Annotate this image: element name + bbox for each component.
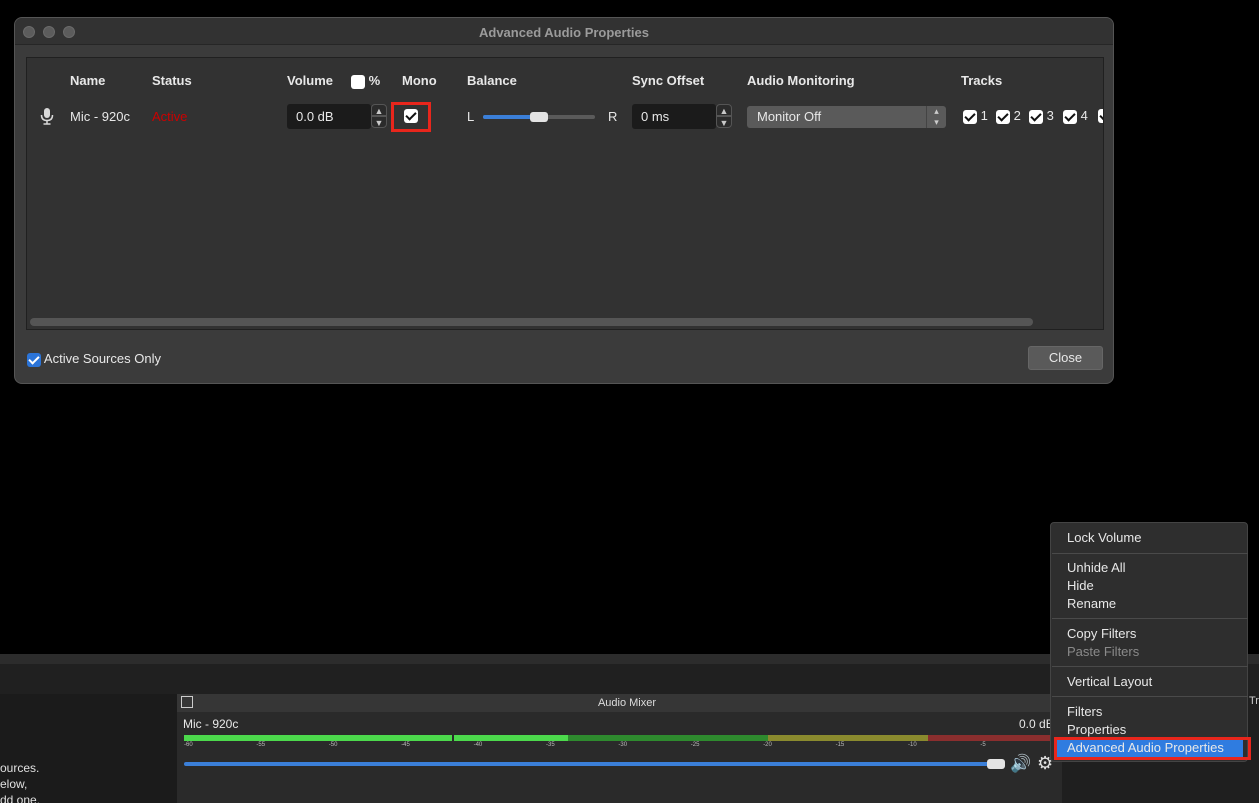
sources-hint-line: elow, bbox=[0, 777, 28, 791]
audio-monitoring-select[interactable]: Monitor Off ▴ ▾ bbox=[747, 106, 946, 128]
meter-segment-red bbox=[928, 735, 1050, 741]
column-header-volume: Volume bbox=[287, 73, 333, 88]
chevron-down-icon[interactable]: ▼ bbox=[716, 116, 732, 128]
meter-tick-label: -60 bbox=[184, 742, 193, 748]
menu-item-unhide-all[interactable]: Unhide All bbox=[1067, 560, 1126, 575]
track-3-label: 3 bbox=[1046, 108, 1054, 123]
track-4-checkbox[interactable] bbox=[1063, 109, 1077, 124]
side-dock-tab[interactable]: Tr bbox=[1249, 695, 1259, 713]
balance-right-label: R bbox=[608, 109, 618, 124]
column-header-sync-offset: Sync Offset bbox=[632, 73, 705, 88]
meter-tick-label: -20 bbox=[763, 742, 772, 748]
column-header-name: Name bbox=[70, 73, 106, 88]
context-menu: Lock Volume Unhide All Hide Rename Copy … bbox=[1050, 522, 1251, 762]
menu-item-hide[interactable]: Hide bbox=[1067, 578, 1094, 593]
percent-checkbox[interactable] bbox=[351, 74, 365, 89]
audio-mixer-title-text: Audio Mixer bbox=[597, 697, 657, 709]
column-header-mono: Mono bbox=[402, 73, 437, 88]
track-4-label: 4 bbox=[1080, 108, 1088, 123]
meter-tick-label: -50 bbox=[328, 742, 338, 748]
audio-monitoring-value: Monitor Off bbox=[757, 109, 822, 124]
meter-tick-label: -55 bbox=[256, 742, 266, 748]
dialog-title: Advanced Audio Properties bbox=[479, 25, 649, 40]
track-3[interactable]: 3 bbox=[1029, 108, 1054, 124]
menu-separator bbox=[1052, 618, 1248, 619]
active-sources-only-label: Active Sources Only bbox=[43, 351, 161, 366]
microphone-icon bbox=[40, 108, 54, 125]
percent-toggle[interactable]: % bbox=[351, 73, 380, 89]
advanced-audio-highlight-box bbox=[1054, 737, 1251, 760]
mixer-volume-handle[interactable] bbox=[987, 759, 1005, 769]
dialog-titlebar[interactable]: Advanced Audio Properties bbox=[15, 18, 1113, 45]
track-3-checkbox[interactable] bbox=[1029, 109, 1043, 124]
select-arrows-icon: ▴ ▾ bbox=[926, 106, 946, 128]
sources-hint-line: dd one. bbox=[0, 793, 41, 803]
menu-separator bbox=[1052, 696, 1248, 697]
volume-input[interactable]: 0.0 dB bbox=[287, 104, 371, 129]
meter-tick-label: -40 bbox=[473, 742, 483, 748]
chevron-up-icon[interactable]: ▲ bbox=[371, 104, 387, 116]
meter-tick-label: -15 bbox=[835, 742, 845, 748]
advanced-audio-properties-dialog: Advanced Audio Properties Name Status Vo… bbox=[14, 17, 1114, 384]
column-header-tracks: Tracks bbox=[961, 73, 1003, 88]
menu-separator bbox=[1052, 553, 1248, 554]
volume-stepper[interactable]: ▲ ▼ bbox=[371, 104, 387, 129]
menu-item-paste-filters: Paste Filters bbox=[1067, 644, 1140, 659]
active-sources-only-checkbox[interactable] bbox=[27, 352, 41, 367]
menu-item-filters[interactable]: Filters bbox=[1067, 704, 1102, 719]
horizontal-scrollbar[interactable] bbox=[30, 318, 1033, 326]
mono-highlight-box bbox=[391, 102, 431, 132]
track-1-label: 1 bbox=[980, 108, 988, 123]
meter-tick-label: -10 bbox=[908, 742, 917, 748]
mixer-channel-name: Mic - 920c bbox=[183, 717, 239, 731]
meter-segment-green-active bbox=[454, 735, 568, 741]
meter-segment-green-active bbox=[184, 735, 452, 741]
meter-tick-label: -25 bbox=[690, 742, 700, 748]
audio-sources-table: Name Status Volume % Mono Balance Sync O… bbox=[26, 57, 1104, 330]
menu-item-properties[interactable]: Properties bbox=[1067, 722, 1126, 737]
balance-left-label: L bbox=[467, 109, 475, 124]
meter-tick-label: -5 bbox=[980, 742, 986, 748]
source-name: Mic - 920c bbox=[70, 109, 130, 124]
status-badge: Active bbox=[152, 109, 188, 124]
menu-item-vertical-layout[interactable]: Vertical Layout bbox=[1067, 674, 1152, 689]
close-button[interactable]: Close bbox=[1028, 346, 1103, 370]
track-1[interactable]: 1 bbox=[963, 108, 988, 124]
balance-slider-handle[interactable] bbox=[530, 112, 548, 122]
audio-mixer-title: Audio Mixer bbox=[177, 694, 1077, 712]
track-2-label: 2 bbox=[1013, 108, 1021, 123]
chevron-down-icon[interactable]: ▼ bbox=[371, 116, 387, 128]
sync-offset-stepper[interactable]: ▲ ▼ bbox=[716, 104, 732, 129]
sources-hint-text: ources. elow, dd one. bbox=[0, 760, 40, 803]
menu-separator bbox=[1052, 666, 1248, 667]
meter-tick-label: -45 bbox=[401, 742, 410, 748]
menu-item-copy-filters[interactable]: Copy Filters bbox=[1067, 626, 1136, 641]
track-4[interactable]: 4 bbox=[1063, 108, 1088, 124]
column-header-status: Status bbox=[152, 73, 192, 88]
meter-tick-label: -35 bbox=[546, 742, 555, 748]
percent-label: % bbox=[368, 73, 381, 88]
speaker-icon[interactable]: 🔊 bbox=[1010, 754, 1031, 774]
mixer-volume-slider[interactable] bbox=[184, 762, 994, 766]
meter-ticks: -60 -55 -50 -45 -40 -35 -30 -25 -20 -15 -10 -5 bbox=[184, 742, 1044, 752]
meter-tick-label: -30 bbox=[618, 742, 628, 748]
active-sources-only-toggle[interactable]: Active Sources Only bbox=[27, 351, 161, 367]
mixer-channel-db: 0.0 dB bbox=[1019, 717, 1054, 731]
track-5-checkbox[interactable] bbox=[1098, 109, 1103, 123]
chevron-up-icon[interactable]: ▲ bbox=[716, 104, 732, 116]
menu-item-lock-volume[interactable]: Lock Volume bbox=[1067, 530, 1141, 545]
sync-offset-input[interactable]: 0 ms bbox=[632, 104, 716, 129]
track-2-checkbox[interactable] bbox=[996, 109, 1010, 124]
column-header-audio-monitoring: Audio Monitoring bbox=[747, 73, 855, 88]
track-1-checkbox[interactable] bbox=[963, 109, 977, 124]
meter-segment-yellow bbox=[768, 735, 928, 741]
menu-item-rename[interactable]: Rename bbox=[1067, 596, 1116, 611]
meter-segment-green bbox=[568, 735, 768, 741]
sources-hint-line: ources. bbox=[0, 761, 40, 775]
track-2[interactable]: 2 bbox=[996, 108, 1021, 124]
column-header-balance: Balance bbox=[467, 73, 517, 88]
undock-icon[interactable] bbox=[181, 696, 193, 708]
